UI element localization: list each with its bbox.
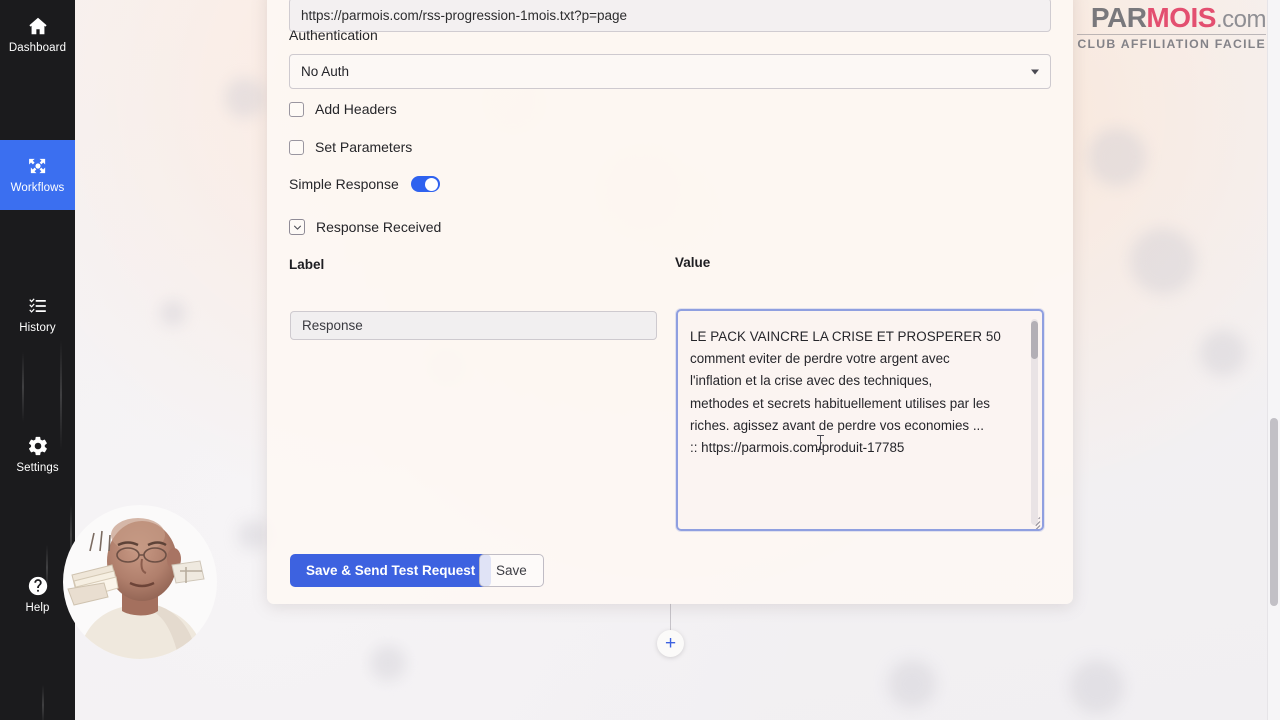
value-column-header: Value — [675, 255, 711, 270]
text-cursor-icon — [817, 435, 824, 450]
authentication-label: Authentication — [289, 27, 378, 43]
sidebar-item-history[interactable]: History — [0, 280, 75, 350]
logo-part-par: PAR — [1090, 2, 1147, 33]
bokeh-dot — [1088, 128, 1146, 186]
workflows-icon — [27, 155, 49, 177]
toggle-knob — [425, 177, 439, 191]
sidebar-item-dashboard[interactable]: Dashboard — [0, 0, 75, 70]
history-list-icon — [27, 295, 49, 317]
add-headers-checkbox[interactable] — [289, 101, 304, 117]
set-parameters-checkbox-row[interactable]: Set Parameters — [289, 139, 412, 155]
set-parameters-label: Set Parameters — [315, 139, 413, 155]
add-node-button[interactable]: + — [657, 630, 684, 657]
value-line: LE PACK VAINCRE LA CRISE ET PROSPERER 50 — [690, 329, 1001, 344]
label-column-header: Label — [289, 257, 325, 272]
simple-response-row: Simple Response — [289, 176, 440, 192]
logo-wordmark: PARMOIS.com — [1077, 2, 1267, 33]
save-and-send-test-request-button[interactable]: Save & Send Test Request — [290, 554, 492, 587]
home-icon — [27, 15, 49, 37]
sidebar-item-label: Help — [25, 602, 50, 615]
value-line: methodes et secrets habituellement utili… — [690, 395, 990, 411]
authentication-select[interactable]: No Auth — [289, 54, 1051, 89]
http-request-node-card: https://parmois.com/rss-progression-1moi… — [267, 0, 1073, 604]
value-line: comment eviter de perdre votre argent av… — [690, 351, 950, 367]
set-parameters-checkbox[interactable] — [289, 139, 304, 155]
logo-part-tld: com — [1222, 6, 1266, 33]
value-line: :: https://parmois.com/produit-17785 — [690, 440, 905, 456]
webcam-avatar — [60, 505, 220, 660]
bokeh-dot — [1070, 660, 1124, 714]
sidebar-item-settings[interactable]: Settings — [0, 420, 75, 490]
gear-icon — [27, 435, 49, 457]
bokeh-dot — [1200, 330, 1246, 376]
response-received-expander[interactable] — [289, 219, 305, 235]
sidebar: Dashboard Workflows History Settings Hel… — [0, 0, 75, 720]
sidebar-light-streak — [22, 352, 24, 422]
help-circle-icon — [27, 575, 49, 597]
authentication-selected-value: No Auth — [301, 64, 350, 79]
presenter-portrait-icon — [63, 505, 217, 659]
label-input[interactable]: Response — [290, 311, 657, 340]
add-headers-label: Add Headers — [315, 101, 397, 117]
url-input[interactable]: https://parmois.com/rss-progression-1moi… — [289, 0, 1051, 32]
sidebar-item-label: Settings — [16, 462, 59, 475]
value-line: l'inflation et la crise avec des techniq… — [690, 373, 933, 389]
bokeh-dot — [1130, 228, 1196, 294]
chevron-down-icon — [1031, 69, 1039, 74]
add-headers-checkbox-row[interactable]: Add Headers — [289, 101, 397, 117]
parmois-logo: PARMOIS.com CLUB AFFILIATION FACILE — [1077, 4, 1266, 51]
bokeh-dot — [888, 660, 936, 708]
sidebar-item-label: History — [19, 322, 56, 335]
chevron-down-icon — [293, 225, 301, 230]
app-screen: Dashboard Workflows History Settings Hel… — [0, 0, 1280, 720]
simple-response-label: Simple Response — [289, 176, 399, 192]
textarea-scrollbar[interactable] — [1031, 319, 1038, 525]
value-textarea[interactable]: LE PACK VAINCRE LA CRISE ET PROSPERER 50… — [676, 309, 1044, 531]
save-button[interactable]: Save — [479, 554, 544, 587]
bokeh-dot — [160, 300, 186, 326]
response-received-expander-row[interactable]: Response Received — [289, 219, 441, 235]
textarea-resize-handle[interactable] — [1029, 516, 1041, 529]
sidebar-light-streak — [42, 685, 44, 720]
simple-response-toggle[interactable] — [410, 176, 440, 192]
page-scrollbar-thumb[interactable] — [1270, 418, 1278, 606]
bokeh-dot — [238, 520, 268, 550]
page-scrollbar[interactable] — [1267, 0, 1280, 720]
bokeh-dot — [225, 78, 265, 118]
response-received-label: Response Received — [316, 219, 442, 235]
flow-connector-line — [670, 603, 671, 631]
logo-part-mois: MOIS — [1146, 2, 1216, 33]
logo-subtitle: CLUB AFFILIATION FACILE — [1077, 34, 1266, 51]
value-line: riches. agissez avant de perdre vos econ… — [690, 417, 984, 433]
sidebar-item-workflows[interactable]: Workflows — [0, 140, 75, 210]
sidebar-item-label: Dashboard — [8, 42, 67, 55]
bokeh-dot — [370, 645, 406, 681]
textarea-scrollbar-thumb[interactable] — [1031, 321, 1038, 359]
sidebar-item-label: Workflows — [10, 182, 65, 195]
